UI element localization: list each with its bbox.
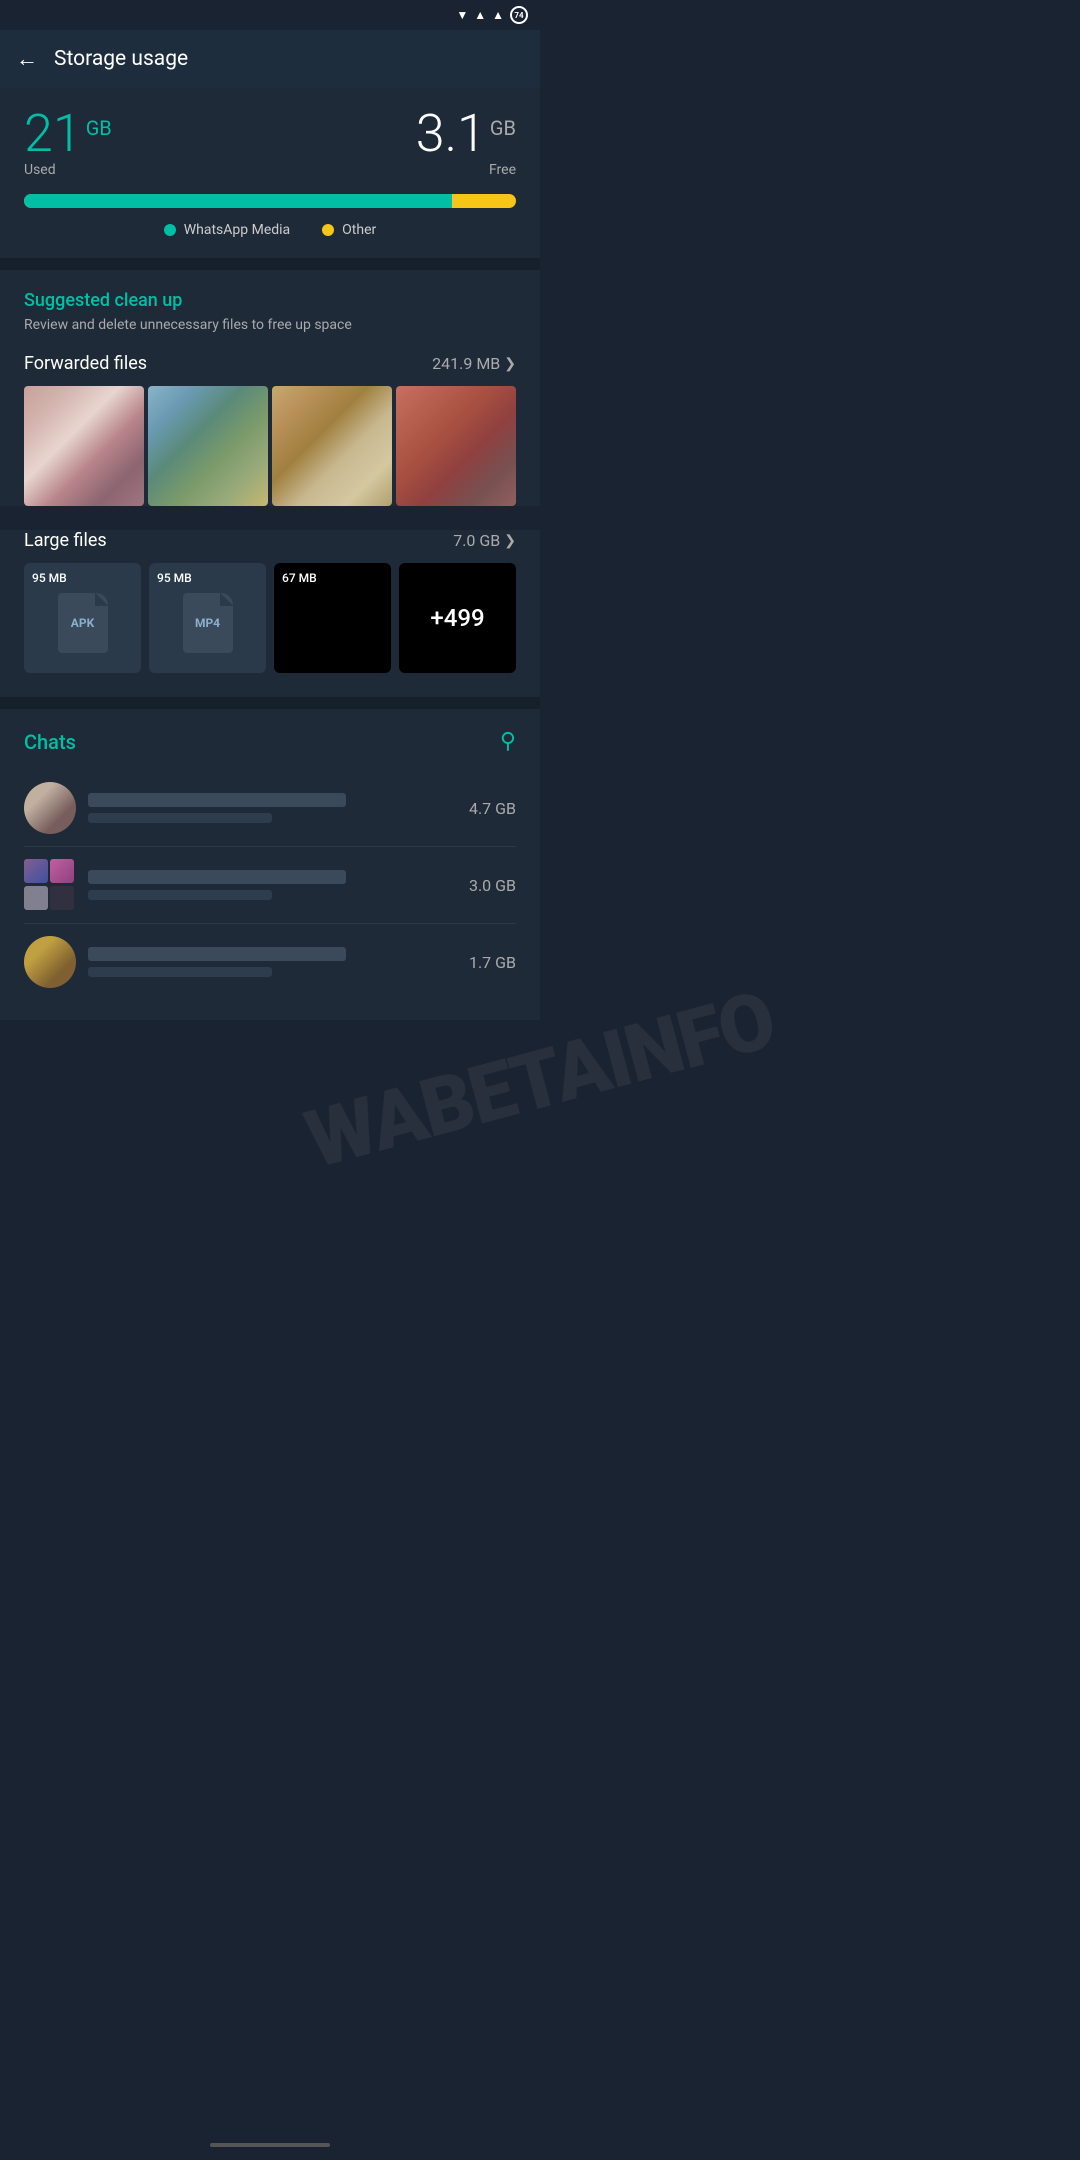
chat-item-2[interactable]: 3.0 GB [24, 847, 516, 924]
large-files-chevron-icon: ❯ [504, 533, 516, 549]
forwarded-files-size: 241.9 MB ❯ [432, 354, 516, 373]
status-bar: ▼ ▲ ▲ 74 [0, 0, 540, 30]
section-gap-2 [0, 697, 540, 709]
large-file-thumbnails: 95 MB APK 95 MB MP4 67 MB +499 [24, 563, 516, 673]
cleanup-title: Suggested clean up [24, 290, 516, 311]
large-files-title: Large files [24, 530, 107, 551]
cleanup-section: Suggested clean up Review and delete unn… [0, 270, 540, 506]
wifi-icon: ▼ [456, 8, 468, 22]
storage-legend: WhatsApp Media Other [24, 222, 516, 238]
used-number: 21 [24, 108, 82, 160]
free-label: Free [489, 162, 516, 178]
forwarded-thumbnails[interactable] [24, 386, 516, 506]
mp4-label: MP4 [195, 616, 220, 630]
chat-sub-bar-3 [88, 967, 272, 977]
bottom-bar [210, 2143, 330, 2147]
chats-header: Chats ⚲ [24, 729, 516, 754]
chat-name-bar-2 [88, 870, 346, 884]
storage-free: 3.1 GB Free [416, 108, 516, 178]
apk-file-icon: APK [58, 593, 108, 653]
mini-avatar-2b [50, 859, 74, 883]
chat-sub-bar-2 [88, 890, 272, 900]
chat-size-1: 4.7 GB [469, 799, 516, 818]
chat-name-bar-1 [88, 793, 346, 807]
chat-item-3[interactable]: 1.7 GB [24, 924, 516, 1000]
forwarded-files-header[interactable]: Forwarded files 241.9 MB ❯ [24, 353, 516, 374]
mini-avatar-2a [24, 859, 48, 883]
used-unit: GB [86, 116, 112, 140]
chat-size-2: 3.0 GB [469, 876, 516, 895]
large-files-size: 7.0 GB ❯ [453, 531, 516, 550]
back-button[interactable]: ← [16, 46, 38, 72]
file-size-mp4: 95 MB [157, 571, 192, 585]
large-files-header[interactable]: Large files 7.0 GB ❯ [24, 530, 516, 551]
free-number: 3.1 [416, 108, 486, 160]
legend-label-other: Other [342, 222, 376, 238]
mp4-file-icon: MP4 [183, 593, 233, 653]
file-size-apk: 95 MB [32, 571, 67, 585]
large-files-section: Large files 7.0 GB ❯ 95 MB APK 95 MB MP4… [0, 530, 540, 697]
chat-info-3 [88, 947, 457, 977]
file-thumb-apk[interactable]: 95 MB APK [24, 563, 141, 673]
header: ← Storage usage [0, 30, 540, 88]
chats-section: Chats ⚲ 4.7 GB 3.0 GB [0, 709, 540, 1020]
storage-used: 21 GB Used [24, 108, 112, 178]
chat-info-1 [88, 793, 457, 823]
legend-label-whatsapp: WhatsApp Media [184, 222, 290, 238]
file-thumb-mp4[interactable]: 95 MB MP4 [149, 563, 266, 673]
used-label: Used [24, 162, 112, 178]
section-gap-1 [0, 258, 540, 270]
chats-title: Chats [24, 730, 76, 754]
thumbnail-1 [24, 386, 144, 506]
chat-sub-bar-1 [88, 813, 272, 823]
legend-whatsapp: WhatsApp Media [164, 222, 290, 238]
mini-avatar-2c [24, 886, 48, 910]
mini-avatar-2d [50, 886, 74, 910]
legend-dot-whatsapp [164, 224, 176, 236]
bottom-nav [0, 2130, 540, 2160]
chat-avatar-3 [24, 936, 76, 988]
legend-other: Other [322, 222, 376, 238]
free-unit: GB [490, 116, 516, 140]
chat-name-bar-3 [88, 947, 346, 961]
thumbnail-3 [272, 386, 392, 506]
signal-icon-2: ▲ [492, 8, 504, 22]
cleanup-subtitle: Review and delete unnecessary files to f… [24, 317, 516, 333]
more-count-label: +499 [430, 604, 484, 632]
file-thumb-more[interactable]: +499 [399, 563, 516, 673]
signal-icon: ▲ [474, 8, 486, 22]
chat-avatar-2 [24, 859, 76, 911]
chat-avatar-1 [24, 782, 76, 834]
forwarded-files-title: Forwarded files [24, 353, 147, 374]
file-size-unknown: 67 MB [282, 571, 317, 585]
battery-icon: 74 [510, 6, 528, 24]
chat-size-3: 1.7 GB [469, 953, 516, 972]
chat-item-1[interactable]: 4.7 GB [24, 770, 516, 847]
storage-bar-used [24, 194, 452, 208]
legend-dot-other [322, 224, 334, 236]
chat-info-2 [88, 870, 457, 900]
thumbnail-2 [148, 386, 268, 506]
thumbnail-4 [396, 386, 516, 506]
page-title: Storage usage [54, 47, 188, 71]
chevron-right-icon: ❯ [504, 356, 516, 372]
storage-numbers: 21 GB Used 3.1 GB Free [24, 108, 516, 178]
apk-label: APK [71, 616, 94, 630]
file-thumb-unknown[interactable]: 67 MB [274, 563, 391, 673]
storage-overview: 21 GB Used 3.1 GB Free WhatsApp Media Ot… [0, 88, 540, 258]
storage-bar [24, 194, 516, 208]
search-button[interactable]: ⚲ [500, 729, 516, 754]
